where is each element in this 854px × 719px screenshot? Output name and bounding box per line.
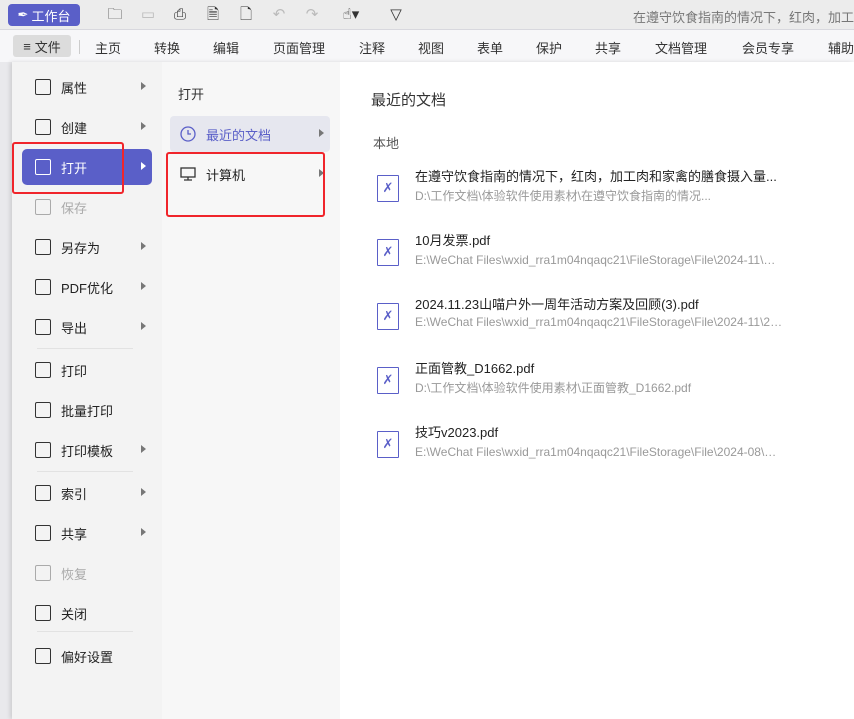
divider [37, 631, 133, 632]
chevron-right-icon [141, 528, 146, 536]
file-menu-item[interactable]: 另存为 [22, 229, 152, 265]
recent-document[interactable]: ✗ 技巧v2023.pdf E:\WeChat Files\wxid_rra1m04… [377, 422, 797, 470]
file-menu-item[interactable]: 索引 [22, 475, 152, 511]
file-menu-panel: 属性创建 打开保存另存为 PDF优化导出打印批量打印打印模板索引共享恢复关闭偏好设置… [12, 62, 854, 719]
save-as-icon [35, 239, 51, 255]
document-icon[interactable]: 🗎 [203, 5, 223, 25]
tab-protect[interactable]: 保护 [536, 38, 562, 57]
pdf-file-icon: ✗ [377, 239, 399, 266]
file-menu-item[interactable]: 关闭 [22, 595, 152, 631]
new-document-icon[interactable]: 🗋 [236, 5, 256, 25]
highlight-box-open [12, 142, 124, 194]
batch-print-icon [35, 402, 51, 418]
pdf-optimize-icon [35, 279, 51, 295]
print-template-icon [35, 442, 51, 458]
tab-document-management[interactable]: 文档管理 [655, 38, 707, 57]
local-section-label: 本地 [373, 136, 400, 151]
recent-document[interactable]: ✗ 在遵守饮食指南的情况下，红肉，加工肉和家禽的膳食摄入量... D:\工作文档\体… [377, 166, 797, 214]
clock-icon [180, 126, 196, 142]
recent-heading: 最近的文档 [371, 92, 447, 109]
document-path: E:\WeChat Files\wxid_rra1m04nqaqc21\File… [415, 315, 785, 329]
divider [79, 40, 80, 54]
document-name: 正面管教_D1662.pdf [415, 361, 535, 376]
tab-page-management[interactable]: 页面管理 [273, 38, 325, 57]
restore-icon [35, 565, 51, 581]
document-name: 10月发票.pdf [415, 233, 491, 248]
save-icon[interactable]: ▭ [138, 5, 158, 25]
document-path: E:\WeChat Files\wxid_rra1m04nqaqc21\File… [415, 445, 785, 459]
divider [37, 348, 133, 349]
open-folder-icon[interactable]: 🗀 [105, 5, 125, 25]
title-bar: ✒ 工作台 🗀 ▭ ⎙ 🗎 🗋 ↶ ↷ ☝▾ ▽ 在遵守饮食指南的情况下，红肉，加… [0, 0, 854, 30]
chevron-right-icon [141, 322, 146, 330]
tab-convert[interactable]: 转换 [154, 38, 180, 57]
file-menu-item[interactable]: 导出 [22, 309, 152, 345]
menu-bar: ≡ 文件 主页 转换 编辑 页面管理 注释 视图 表单 保护 共享 文档管理 会员… [0, 30, 854, 62]
pen-icon: ✒ [17, 7, 29, 22]
tab-annotate[interactable]: 注释 [359, 38, 385, 57]
chevron-right-icon [141, 488, 146, 496]
tab-home[interactable]: 主页 [95, 38, 121, 57]
document-name: 技巧v2023.pdf [415, 425, 499, 440]
file-menu-item[interactable]: 恢复 [22, 555, 152, 591]
divider [37, 471, 133, 472]
preferences-icon [35, 648, 51, 664]
print-icon [35, 362, 51, 378]
chevron-right-icon [141, 282, 146, 290]
window-title: 在遵守饮食指南的情况下，红肉，加工 [632, 10, 854, 25]
chevron-right-icon [141, 445, 146, 453]
document-path: D:\工作文档\体验软件使用素材\在遵守饮食指南的情况... [415, 189, 712, 203]
file-menu-button[interactable]: ≡ 文件 [13, 35, 71, 57]
file-menu-item[interactable]: 打印 [22, 352, 152, 388]
chevron-right-icon [141, 82, 146, 90]
close-doc-icon [35, 605, 51, 621]
chevron-right-icon [141, 162, 146, 170]
document-name: 在遵守饮食指南的情况下，红肉，加工肉和家禽的膳食摄入量... [415, 169, 777, 184]
tab-view[interactable]: 视图 [418, 38, 444, 57]
chevron-right-icon [141, 242, 146, 250]
save-icon [35, 199, 51, 215]
create-icon [35, 119, 51, 135]
tab-form[interactable]: 表单 [477, 38, 503, 57]
tab-edit[interactable]: 编辑 [213, 38, 239, 57]
hand-tool-icon[interactable]: ☝▾ [338, 5, 364, 25]
file-menu-item[interactable]: 偏好设置 [22, 638, 152, 674]
submenu-item-recent[interactable]: 最近的文档 [170, 116, 330, 152]
dropdown-icon[interactable]: ▽ [386, 5, 406, 25]
file-menu-item[interactable]: 批量打印 [22, 392, 152, 428]
pdf-file-icon: ✗ [377, 431, 399, 458]
pdf-file-icon: ✗ [377, 303, 399, 330]
pdf-file-icon: ✗ [377, 175, 399, 202]
tab-assist[interactable]: 辅助 [828, 38, 854, 57]
redo-icon[interactable]: ↷ [302, 5, 322, 25]
index-icon [35, 485, 51, 501]
file-menu-item[interactable]: PDF优化 [22, 269, 152, 305]
print-icon[interactable]: ⎙ [170, 5, 190, 25]
properties-icon [35, 79, 51, 95]
tab-member[interactable]: 会员专享 [742, 38, 794, 57]
file-menu-item[interactable]: 创建 [22, 109, 152, 145]
file-menu-item[interactable]: 共享 [22, 515, 152, 551]
tab-share[interactable]: 共享 [595, 38, 621, 57]
hamburger-icon: ≡ [23, 38, 31, 54]
file-menu-item[interactable]: 保存 [22, 189, 152, 225]
export-icon [35, 319, 51, 335]
workspace-button[interactable]: ✒ 工作台 [8, 4, 80, 26]
undo-icon[interactable]: ↶ [269, 5, 289, 25]
share-icon [35, 525, 51, 541]
recent-document[interactable]: ✗ 10月发票.pdf E:\WeChat Files\wxid_rra1m04nq… [377, 230, 797, 278]
document-path: D:\工作文档\体验软件使用素材\正面管教_D1662.pdf [415, 381, 692, 395]
recent-document[interactable]: ✗ 2024.11.23山喵户外一周年活动方案及回顾(3).pdf E:\WeCha… [377, 294, 797, 342]
recent-document[interactable]: ✗ 正面管教_D1662.pdf D:\工作文档\体验软件使用素材\正面管教_D16… [377, 358, 797, 406]
chevron-right-icon [319, 129, 324, 137]
pdf-file-icon: ✗ [377, 367, 399, 394]
chevron-right-icon [141, 122, 146, 130]
file-menu-item[interactable]: 打印模板 [22, 432, 152, 468]
file-menu-item[interactable]: 属性 [22, 69, 152, 105]
highlight-box-computer [166, 152, 325, 217]
document-name: 2024.11.23山喵户外一周年活动方案及回顾(3).pdf [415, 297, 699, 312]
document-path: E:\WeChat Files\wxid_rra1m04nqaqc21\File… [415, 253, 785, 267]
submenu-heading: 打开 [178, 87, 205, 102]
